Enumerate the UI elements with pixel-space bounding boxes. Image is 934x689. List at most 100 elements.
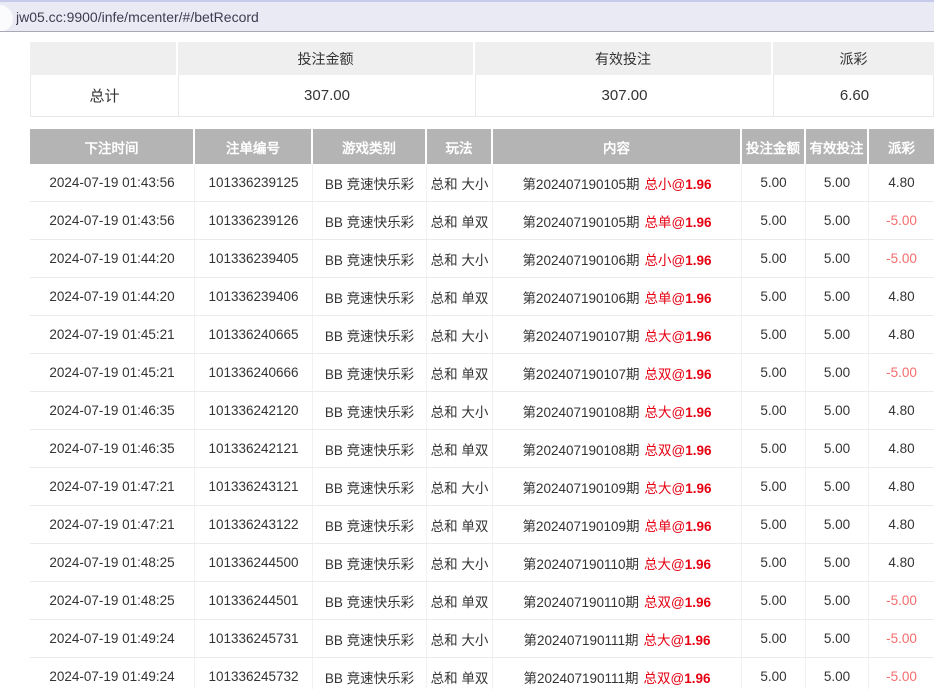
summary-table: 投注金额 有效投注 派彩 总计 307.00 307.00 6.60 — [30, 42, 934, 117]
game-type-cell: BB 竞速快乐彩 — [313, 582, 427, 619]
order-id-cell: 101336244501 — [195, 582, 313, 619]
odds-text: 1.96 — [685, 595, 711, 610]
period-text: 第202407190111期 — [523, 629, 638, 649]
bet-amount-cell: 5.00 — [742, 658, 806, 689]
pick-text: 总双@1.96 — [644, 667, 711, 687]
period-text: 第202407190107期 — [522, 325, 639, 345]
odds-text: 1.96 — [685, 253, 711, 268]
play-method-cell: 总和 单双 — [427, 506, 493, 543]
game-type-cell: BB 竞速快乐彩 — [313, 620, 427, 657]
bet-amount-cell: 5.00 — [742, 240, 806, 277]
bet-time-cell: 2024-07-19 01:45:21 — [30, 354, 195, 391]
pick-text: 总大@1.96 — [644, 553, 711, 573]
content-cell: 第202407190110期 总大@1.96 — [493, 544, 742, 581]
summary-header-row: 投注金额 有效投注 派彩 — [30, 42, 934, 75]
bet-table-header-row: 下注时间 注单编号 游戏类别 玩法 内容 投注金额 有效投注 派彩 — [30, 129, 934, 164]
order-id-cell: 101336243122 — [195, 506, 313, 543]
content-cell: 第202407190106期 总小@1.96 — [493, 240, 742, 277]
order-id-cell: 101336239125 — [195, 164, 313, 201]
bet-time-cell: 2024-07-19 01:44:20 — [30, 278, 195, 315]
summary-total-bet-amount: 307.00 — [179, 75, 476, 116]
header-content: 内容 — [493, 129, 742, 164]
play-method-cell: 总和 大小 — [427, 316, 493, 353]
period-text: 第202407190107期 — [522, 363, 639, 383]
table-row: 2024-07-19 01:48:25 101336244501 BB 竞速快乐… — [30, 582, 934, 620]
valid-bet-cell: 5.00 — [806, 354, 869, 391]
pick-text: 总小@1.96 — [645, 249, 712, 269]
odds-text: 1.96 — [685, 519, 711, 534]
header-order-id: 注单编号 — [195, 129, 313, 164]
game-type-cell: BB 竞速快乐彩 — [313, 316, 427, 353]
bet-amount-cell: 5.00 — [742, 278, 806, 315]
content-cell: 第202407190105期 总单@1.96 — [493, 202, 742, 239]
table-row: 2024-07-19 01:43:56 101336239125 BB 竞速快乐… — [30, 164, 934, 202]
order-id-cell: 101336242120 — [195, 392, 313, 429]
valid-bet-cell: 5.00 — [806, 544, 869, 581]
payout-cell: -5.00 — [869, 658, 934, 689]
payout-cell: -5.00 — [869, 240, 934, 277]
valid-bet-cell: 5.00 — [806, 278, 869, 315]
order-id-cell: 101336240666 — [195, 354, 313, 391]
play-method-cell: 总和 大小 — [427, 544, 493, 581]
game-type-cell: BB 竞速快乐彩 — [313, 202, 427, 239]
bet-amount-cell: 5.00 — [742, 430, 806, 467]
valid-bet-cell: 5.00 — [806, 582, 869, 619]
odds-text: 1.96 — [684, 671, 710, 686]
header-valid-bet: 有效投注 — [806, 129, 869, 164]
content-cell: 第202407190111期 总大@1.96 — [493, 620, 742, 657]
pick-text: 总单@1.96 — [645, 515, 712, 535]
order-id-cell: 101336244500 — [195, 544, 313, 581]
game-type-cell: BB 竞速快乐彩 — [313, 354, 427, 391]
payout-cell: 4.80 — [869, 430, 934, 467]
pick-text: 总大@1.96 — [644, 629, 711, 649]
game-type-cell: BB 竞速快乐彩 — [313, 392, 427, 429]
play-method-cell: 总和 大小 — [427, 392, 493, 429]
period-text: 第202407190109期 — [522, 515, 639, 535]
pick-text: 总双@1.96 — [645, 439, 712, 459]
bet-time-cell: 2024-07-19 01:45:21 — [30, 316, 195, 353]
url-input[interactable] — [16, 9, 616, 25]
bet-amount-cell: 5.00 — [742, 354, 806, 391]
valid-bet-cell: 5.00 — [806, 202, 869, 239]
bet-time-cell: 2024-07-19 01:46:35 — [30, 392, 195, 429]
table-row: 2024-07-19 01:43:56 101336239126 BB 竞速快乐… — [30, 202, 934, 240]
payout-cell: 4.80 — [869, 316, 934, 353]
play-method-cell: 总和 单双 — [427, 582, 493, 619]
period-text: 第202407190106期 — [522, 249, 639, 269]
payout-cell: 4.80 — [869, 506, 934, 543]
payout-cell: 4.80 — [869, 278, 934, 315]
content-cell: 第202407190107期 总大@1.96 — [493, 316, 742, 353]
table-row: 2024-07-19 01:46:35 101336242121 BB 竞速快乐… — [30, 430, 934, 468]
period-text: 第202407190105期 — [522, 211, 639, 231]
bet-amount-cell: 5.00 — [742, 620, 806, 657]
summary-header-bet-amount: 投注金额 — [178, 42, 475, 75]
bet-time-cell: 2024-07-19 01:49:24 — [30, 658, 195, 689]
bet-amount-cell: 5.00 — [742, 582, 806, 619]
pick-text: 总大@1.96 — [645, 477, 712, 497]
table-row: 2024-07-19 01:45:21 101336240666 BB 竞速快乐… — [30, 354, 934, 392]
bet-time-cell: 2024-07-19 01:49:24 — [30, 620, 195, 657]
bet-table-body: 2024-07-19 01:43:56 101336239125 BB 竞速快乐… — [30, 164, 934, 689]
pick-text: 总双@1.96 — [645, 363, 712, 383]
period-text: 第202407190110期 — [523, 553, 639, 573]
period-text: 第202407190106期 — [522, 287, 639, 307]
game-type-cell: BB 竞速快乐彩 — [313, 240, 427, 277]
pick-text: 总单@1.96 — [645, 287, 712, 307]
game-type-cell: BB 竞速快乐彩 — [313, 278, 427, 315]
bet-record-table: 下注时间 注单编号 游戏类别 玩法 内容 投注金额 有效投注 派彩 2024-0… — [30, 129, 934, 689]
content-cell: 第202407190109期 总大@1.96 — [493, 468, 742, 505]
game-type-cell: BB 竞速快乐彩 — [313, 658, 427, 689]
odds-text: 1.96 — [685, 405, 711, 420]
bet-amount-cell: 5.00 — [742, 202, 806, 239]
bet-amount-cell: 5.00 — [742, 316, 806, 353]
payout-cell: 4.80 — [869, 392, 934, 429]
address-bar-rounded-edge — [0, 5, 13, 32]
payout-cell: -5.00 — [869, 354, 934, 391]
content-cell: 第202407190108期 总双@1.96 — [493, 430, 742, 467]
bet-time-cell: 2024-07-19 01:47:21 — [30, 468, 195, 505]
summary-total-label: 总计 — [31, 75, 179, 116]
odds-text: 1.96 — [685, 177, 711, 192]
pick-text: 总双@1.96 — [644, 591, 711, 611]
table-row: 2024-07-19 01:45:21 101336240665 BB 竞速快乐… — [30, 316, 934, 354]
valid-bet-cell: 5.00 — [806, 240, 869, 277]
